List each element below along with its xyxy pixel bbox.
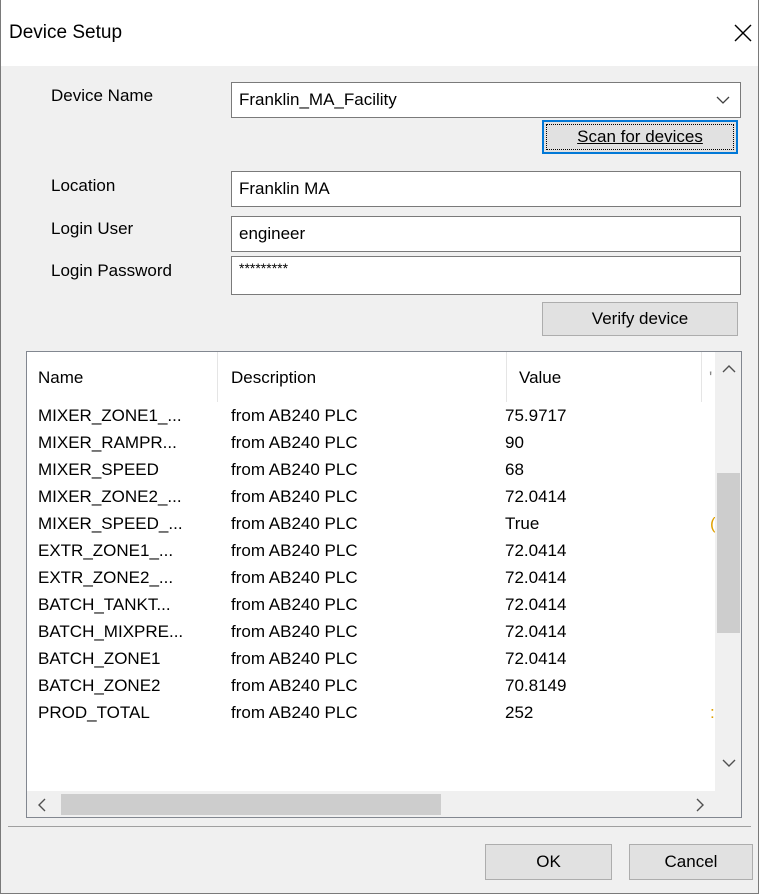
row-description: from AB240 PLC bbox=[231, 622, 358, 641]
scroll-left-icon[interactable] bbox=[37, 798, 47, 812]
device-name-combobox[interactable]: Franklin_MA_Facility bbox=[231, 82, 741, 118]
footer-divider bbox=[8, 826, 751, 827]
vertical-scroll-thumb[interactable] bbox=[717, 473, 740, 633]
horizontal-scroll-thumb[interactable] bbox=[61, 794, 441, 815]
table-row[interactable]: BATCH_MIXPRE... from AB240 PLC 72.0414 bbox=[27, 620, 715, 647]
row-name: MIXER_RAMPR... bbox=[38, 433, 177, 452]
table-row[interactable]: BATCH_TANKT... from AB240 PLC 72.0414 bbox=[27, 593, 715, 620]
row-description: from AB240 PLC bbox=[231, 541, 358, 560]
row-name: BATCH_ZONE2 bbox=[38, 676, 161, 695]
row-value: 72.0414 bbox=[505, 622, 567, 641]
table-row[interactable]: PROD_TOTAL from AB240 PLC 252 : bbox=[27, 701, 715, 728]
chevron-down-icon bbox=[716, 96, 730, 104]
scroll-up-icon[interactable] bbox=[722, 364, 736, 374]
scroll-down-icon[interactable] bbox=[722, 758, 736, 768]
column-divider[interactable] bbox=[701, 352, 702, 402]
column-header-value[interactable]: Value bbox=[519, 368, 561, 388]
location-label: Location bbox=[51, 176, 116, 195]
row-description: from AB240 PLC bbox=[231, 406, 358, 425]
row-value: 72.0414 bbox=[505, 649, 567, 668]
row-description: from AB240 PLC bbox=[231, 487, 358, 506]
column-header-description[interactable]: Description bbox=[231, 368, 316, 388]
row-value: 252 bbox=[505, 703, 534, 722]
row-value: 72.0414 bbox=[505, 595, 567, 614]
row-value: 72.0414 bbox=[505, 541, 567, 560]
row-name: BATCH_TANKT... bbox=[38, 595, 171, 614]
row-description: from AB240 PLC bbox=[231, 460, 358, 479]
row-name: MIXER_SPEED bbox=[38, 460, 159, 479]
row-value: 90 bbox=[505, 433, 524, 452]
row-value: 70.8149 bbox=[505, 676, 567, 695]
row-name: MIXER_ZONE1_... bbox=[38, 406, 182, 425]
row-value: 68 bbox=[505, 460, 524, 479]
table-row[interactable]: MIXER_SPEED_... from AB240 PLC True ( bbox=[27, 512, 715, 539]
login-user-label: Login User bbox=[51, 219, 134, 238]
device-name-value: Franklin_MA_Facility bbox=[239, 90, 397, 109]
row-name: EXTR_ZONE2_... bbox=[38, 568, 174, 587]
window-title: Device Setup bbox=[9, 22, 123, 43]
ok-button[interactable]: OK bbox=[485, 844, 612, 880]
list-header: Name Description Value ' bbox=[27, 352, 715, 402]
title-bar: Device Setup bbox=[0, 0, 759, 66]
row-description: from AB240 PLC bbox=[231, 703, 358, 722]
close-icon bbox=[734, 24, 752, 42]
row-description: from AB240 PLC bbox=[231, 595, 358, 614]
verify-device-button[interactable]: Verify device bbox=[542, 302, 738, 336]
login-password-label: Login Password bbox=[51, 261, 172, 280]
horizontal-scrollbar[interactable] bbox=[27, 791, 715, 817]
scroll-right-icon[interactable] bbox=[695, 798, 705, 812]
row-description: from AB240 PLC bbox=[231, 568, 358, 587]
column-divider[interactable] bbox=[217, 352, 218, 402]
table-row[interactable]: MIXER_SPEED from AB240 PLC 68 bbox=[27, 458, 715, 485]
row-value: 72.0414 bbox=[505, 568, 567, 587]
row-description: from AB240 PLC bbox=[231, 514, 358, 533]
table-row[interactable]: MIXER_RAMPR... from AB240 PLC 90 bbox=[27, 431, 715, 458]
list-rows: MIXER_ZONE1_... from AB240 PLC 75.9717 M… bbox=[27, 404, 715, 790]
table-row[interactable]: MIXER_ZONE1_... from AB240 PLC 75.9717 bbox=[27, 404, 715, 431]
focus-rectangle bbox=[546, 124, 734, 150]
row-value: True bbox=[505, 514, 540, 533]
device-name-label: Device Name bbox=[51, 86, 154, 105]
column-header-extra[interactable]: ' bbox=[709, 368, 712, 388]
scan-for-devices-button[interactable]: Scan for devices bbox=[542, 120, 738, 154]
cancel-button[interactable]: Cancel bbox=[629, 844, 753, 880]
table-row[interactable]: MIXER_ZONE2_... from AB240 PLC 72.0414 bbox=[27, 485, 715, 512]
row-description: from AB240 PLC bbox=[231, 676, 358, 695]
row-name: EXTR_ZONE1_... bbox=[38, 541, 174, 560]
row-description: from AB240 PLC bbox=[231, 433, 358, 452]
row-name: MIXER_ZONE2_... bbox=[38, 487, 182, 506]
row-name: PROD_TOTAL bbox=[38, 703, 150, 722]
table-row[interactable]: EXTR_ZONE1_... from AB240 PLC 72.0414 bbox=[27, 539, 715, 566]
location-input[interactable]: Franklin MA bbox=[231, 171, 741, 207]
vertical-scrollbar[interactable] bbox=[715, 352, 741, 791]
table-row[interactable]: BATCH_ZONE2 from AB240 PLC 70.8149 bbox=[27, 674, 715, 701]
row-name: BATCH_ZONE1 bbox=[38, 649, 161, 668]
column-header-name[interactable]: Name bbox=[38, 368, 83, 388]
column-divider[interactable] bbox=[506, 352, 507, 402]
close-button[interactable] bbox=[727, 16, 759, 48]
tag-list[interactable]: Name Description Value ' MIXER_ZONE1_...… bbox=[26, 351, 742, 818]
table-row[interactable]: EXTR_ZONE2_... from AB240 PLC 72.0414 bbox=[27, 566, 715, 593]
scrollbar-corner bbox=[715, 791, 741, 817]
row-description: from AB240 PLC bbox=[231, 649, 358, 668]
row-name: BATCH_MIXPRE... bbox=[38, 622, 184, 641]
login-user-input[interactable]: engineer bbox=[231, 216, 741, 252]
row-value: 75.9717 bbox=[505, 406, 567, 425]
table-row[interactable]: BATCH_ZONE1 from AB240 PLC 72.0414 bbox=[27, 647, 715, 674]
row-value: 72.0414 bbox=[505, 487, 567, 506]
login-password-input[interactable]: ********* bbox=[231, 256, 741, 295]
row-name: MIXER_SPEED_... bbox=[38, 514, 183, 533]
